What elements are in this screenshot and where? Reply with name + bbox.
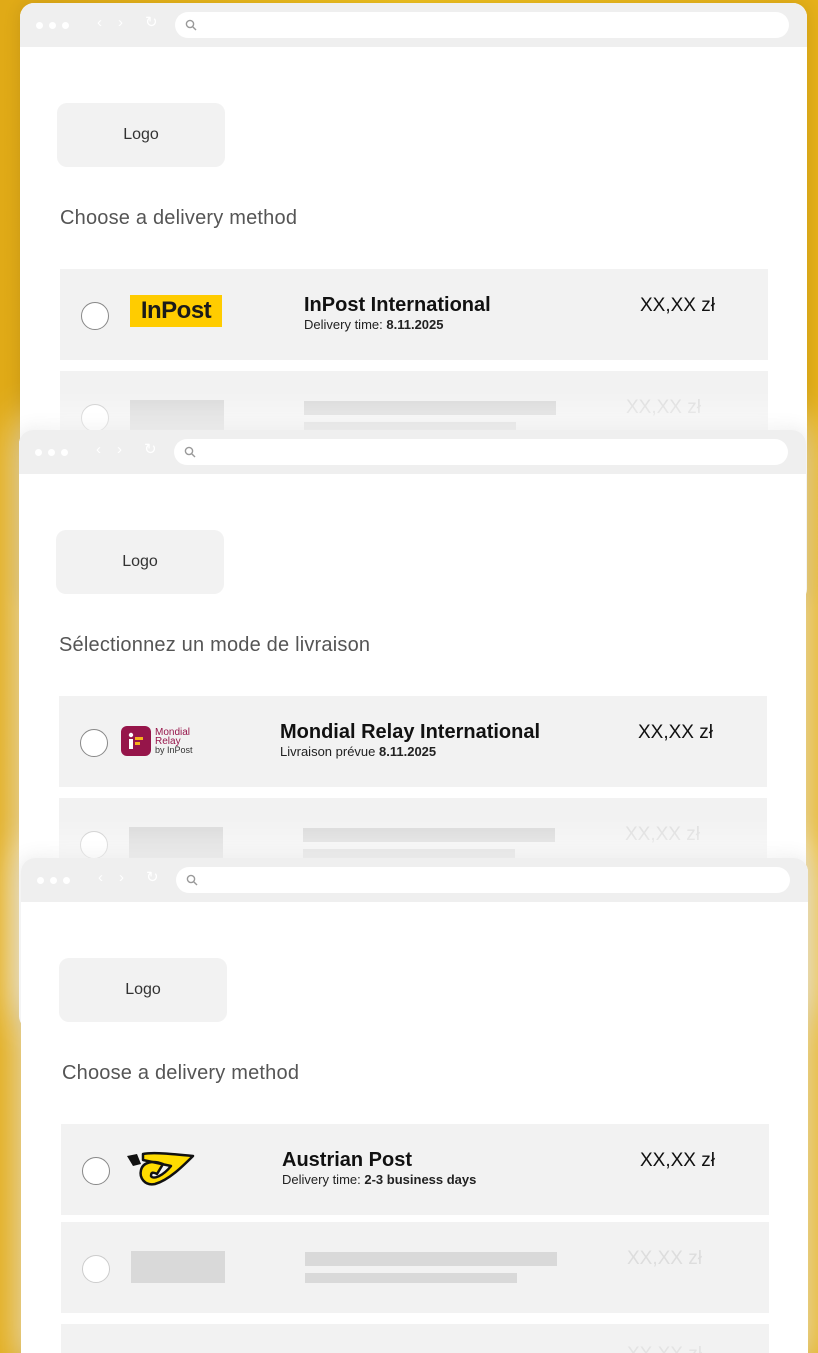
forward-arrow-icon[interactable]: › xyxy=(117,442,122,458)
browser-toolbar: ‹ › ↻ xyxy=(20,3,807,47)
carrier-info: Austrian Post Delivery time: 2-3 busines… xyxy=(282,1148,476,1187)
delivery-price-placeholder: XX,XX zł xyxy=(627,1248,702,1269)
delivery-option-inpost[interactable]: InPost InPost International Delivery tim… xyxy=(60,269,768,360)
delivery-option-placeholder: XX,XX zł xyxy=(61,1324,769,1353)
search-icon xyxy=(184,446,196,458)
delivery-radio[interactable] xyxy=(80,729,108,757)
delivery-time: Delivery time: 8.11.2025 xyxy=(304,317,491,332)
reload-icon[interactable]: ↻ xyxy=(146,870,159,886)
delivery-time-value: 2-3 business days xyxy=(364,1172,477,1187)
mondial-relay-mark-icon xyxy=(121,726,151,756)
mondial-relay-logo: Mondial Relay by InPost xyxy=(121,726,193,756)
carrier-name: Austrian Post xyxy=(282,1149,413,1171)
delivery-option-mondial-relay[interactable]: Mondial Relay by InPost Mondial Relay In… xyxy=(59,696,767,787)
logo-placeholder: Logo xyxy=(57,103,225,167)
page-title: Choose a delivery method xyxy=(60,207,298,229)
carrier-name-placeholder xyxy=(303,828,555,842)
delivery-time-value: 8.11.2025 xyxy=(379,744,437,759)
window-controls xyxy=(37,877,70,884)
delivery-time-placeholder xyxy=(305,1273,517,1283)
carrier-name-placeholder xyxy=(305,1252,557,1266)
forward-arrow-icon[interactable]: › xyxy=(118,15,123,31)
carrier-logo-placeholder xyxy=(129,827,223,859)
forward-arrow-icon[interactable]: › xyxy=(119,870,124,886)
search-icon xyxy=(186,874,198,886)
delivery-radio[interactable] xyxy=(81,302,109,330)
delivery-time-value: 8.11.2025 xyxy=(386,317,444,332)
delivery-price: XX,XX zł xyxy=(640,295,715,316)
inpost-logo: InPost xyxy=(130,295,222,327)
search-icon xyxy=(185,19,197,31)
page-title: Sélectionnez un mode de livraison xyxy=(59,634,371,656)
browser-toolbar: ‹ › ↻ xyxy=(19,430,806,474)
delivery-price-placeholder: XX,XX zł xyxy=(626,397,701,418)
carrier-name: Mondial Relay International xyxy=(280,721,541,743)
back-arrow-icon[interactable]: ‹ xyxy=(97,15,102,31)
close-window-dot[interactable] xyxy=(37,877,44,884)
back-arrow-icon[interactable]: ‹ xyxy=(96,442,101,458)
delivery-price-placeholder: XX,XX zł xyxy=(627,1344,702,1353)
carrier-info: Mondial Relay International Livraison pr… xyxy=(280,720,540,759)
carrier-name: InPost International xyxy=(304,294,491,316)
mondial-relay-wordmark: Mondial Relay by InPost xyxy=(155,726,193,755)
logo-placeholder: Logo xyxy=(56,530,224,594)
delivery-price-placeholder: XX,XX zł xyxy=(625,824,700,845)
carrier-name-placeholder xyxy=(304,401,556,415)
carrier-logo-placeholder xyxy=(131,1251,225,1283)
maximize-window-dot[interactable] xyxy=(61,449,68,456)
maximize-window-dot[interactable] xyxy=(63,877,70,884)
delivery-time-label: Delivery time: xyxy=(282,1172,361,1187)
delivery-time-label: Livraison prévue xyxy=(280,744,376,759)
window-controls xyxy=(36,22,69,29)
delivery-time: Delivery time: 2-3 business days xyxy=(282,1172,476,1187)
reload-icon[interactable]: ↻ xyxy=(144,442,157,458)
delivery-radio[interactable] xyxy=(82,1157,110,1185)
delivery-radio xyxy=(82,1255,110,1283)
logo-placeholder: Logo xyxy=(59,958,227,1022)
minimize-window-dot[interactable] xyxy=(50,877,57,884)
delivery-price: XX,XX zł xyxy=(640,1150,715,1171)
minimize-window-dot[interactable] xyxy=(49,22,56,29)
address-bar[interactable] xyxy=(175,12,789,38)
window-controls xyxy=(35,449,68,456)
address-bar[interactable] xyxy=(176,867,790,893)
browser-window-austrian-post: ‹ › ↻ Logo Choose a delivery method Aust… xyxy=(21,858,808,1353)
close-window-dot[interactable] xyxy=(35,449,42,456)
delivery-radio xyxy=(81,404,109,432)
delivery-time-label: Delivery time: xyxy=(304,317,383,332)
delivery-option-austrian-post[interactable]: Austrian Post Delivery time: 2-3 busines… xyxy=(61,1124,769,1215)
browser-toolbar: ‹ › ↻ xyxy=(21,858,808,902)
austrian-post-horn-icon xyxy=(123,1150,203,1193)
reload-icon[interactable]: ↻ xyxy=(145,15,158,31)
delivery-time: Livraison prévue 8.11.2025 xyxy=(280,744,540,759)
maximize-window-dot[interactable] xyxy=(62,22,69,29)
page-title: Choose a delivery method xyxy=(62,1062,300,1084)
back-arrow-icon[interactable]: ‹ xyxy=(98,870,103,886)
carrier-info: InPost International Delivery time: 8.11… xyxy=(304,293,491,332)
address-bar[interactable] xyxy=(174,439,788,465)
delivery-option-placeholder: XX,XX zł xyxy=(61,1222,769,1313)
delivery-price: XX,XX zł xyxy=(638,722,713,743)
carrier-logo-placeholder xyxy=(130,400,224,432)
minimize-window-dot[interactable] xyxy=(48,449,55,456)
close-window-dot[interactable] xyxy=(36,22,43,29)
delivery-radio xyxy=(80,831,108,859)
